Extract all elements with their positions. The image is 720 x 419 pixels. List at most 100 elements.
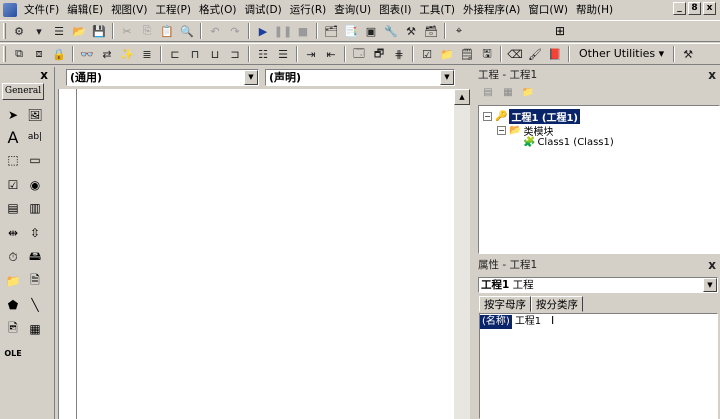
toolbar-grip[interactable] xyxy=(3,46,6,62)
menu-view[interactable]: 视图(V) xyxy=(107,0,151,20)
menu-query[interactable]: 查询(U) xyxy=(330,0,375,20)
checkbox-icon[interactable]: ☑ xyxy=(417,45,437,63)
cut-icon[interactable]: ✂ xyxy=(117,22,137,40)
menu-addins[interactable]: 外接程序(A) xyxy=(459,0,524,20)
tree-node-class-modules[interactable]: − 📂 类模块 xyxy=(497,123,553,138)
redo-icon[interactable]: ↷ xyxy=(225,22,245,40)
view-object-icon[interactable]: ▦ xyxy=(499,85,517,101)
save-icon[interactable]: 💾 xyxy=(89,22,109,40)
checkbox-tool-icon[interactable]: ☑ xyxy=(3,175,23,195)
properties-close-icon[interactable]: x xyxy=(708,257,716,273)
outdent-icon[interactable]: ⇤ xyxy=(321,45,341,63)
optionbutton-icon[interactable]: ◉ xyxy=(25,175,45,195)
project-explorer-icon[interactable]: 🗂 xyxy=(321,22,341,40)
align-top-icon[interactable]: ⊓ xyxy=(185,45,205,63)
collapse-icon[interactable]: − xyxy=(483,112,492,121)
end-icon[interactable]: ■ xyxy=(293,22,313,40)
timer-icon[interactable]: ⏱ xyxy=(3,247,23,267)
paint-icon[interactable]: 🖌 xyxy=(525,45,545,63)
property-value[interactable]: 工程1 xyxy=(512,315,544,329)
toolbox-close-icon[interactable]: x xyxy=(40,68,48,82)
toolbox-tab-general[interactable]: General xyxy=(2,83,44,100)
object-browser-icon[interactable]: 🔧 xyxy=(381,22,401,40)
find-binoculars-icon[interactable]: 👓 xyxy=(77,45,97,63)
menu-tools[interactable]: 工具(T) xyxy=(415,0,459,20)
bring-to-front-icon[interactable]: ⧉ xyxy=(9,45,29,63)
add-project-icon[interactable]: ⚙ xyxy=(9,22,29,40)
hammer-icon[interactable]: ⚒ xyxy=(678,45,698,63)
menu-file[interactable]: 文件(F) xyxy=(20,0,63,20)
folder-icon[interactable]: 📁 xyxy=(437,45,457,63)
eraser-icon[interactable]: ⌫ xyxy=(505,45,525,63)
tree-node-project[interactable]: − 🔑 工程1 (工程1) xyxy=(483,109,580,124)
paste-icon[interactable]: 📋 xyxy=(157,22,177,40)
book-icon[interactable]: 📕 xyxy=(545,45,565,63)
number-list-icon[interactable]: ☰ xyxy=(273,45,293,63)
object-combo[interactable]: (通用) ▼ xyxy=(66,69,259,86)
list-properties-icon[interactable]: ≣ xyxy=(137,45,157,63)
pointer-icon[interactable]: ➤ xyxy=(3,105,23,125)
open-icon[interactable]: 📂 xyxy=(69,22,89,40)
shape-icon[interactable]: ⬟ xyxy=(3,295,23,315)
add-module-icon[interactable]: ▾ xyxy=(29,22,49,40)
listbox-icon[interactable]: ▥ xyxy=(25,198,45,218)
dirlistbox-icon[interactable]: 📁 xyxy=(3,271,23,291)
collapse-icon[interactable]: − xyxy=(497,126,506,135)
grid-icon[interactable]: ⋕ xyxy=(389,45,409,63)
ole-icon[interactable]: OLE xyxy=(3,343,23,363)
chevron-down-icon[interactable]: ▼ xyxy=(244,70,258,85)
menu-editor-icon[interactable]: ☰ xyxy=(49,22,69,40)
vertical-scrollbar[interactable]: ▲ xyxy=(454,89,470,419)
restore-button[interactable]: 8 xyxy=(688,2,701,15)
align-bottom-icon[interactable]: ⊔ xyxy=(205,45,225,63)
properties-window-icon[interactable]: 📑 xyxy=(341,22,361,40)
indent-icon[interactable]: ⇥ xyxy=(301,45,321,63)
save-all-icon[interactable]: 🖫 xyxy=(477,45,497,63)
break-icon[interactable]: ❚❚ xyxy=(273,22,293,40)
add-form-icon[interactable]: 🗔 xyxy=(349,45,369,63)
menu-help[interactable]: 帮助(H) xyxy=(572,0,617,20)
picturebox-icon[interactable]: 🖼 xyxy=(25,105,45,125)
view-code-icon[interactable]: ▤ xyxy=(479,85,497,101)
vscrollbar-icon[interactable]: ⇳ xyxy=(25,223,45,243)
start-icon[interactable]: ▶ xyxy=(253,22,273,40)
menu-edit[interactable]: 编辑(E) xyxy=(63,0,107,20)
menu-diagram[interactable]: 图表(I) xyxy=(375,0,415,20)
drivelistbox-icon[interactable]: 🖴 xyxy=(25,247,45,267)
hscrollbar-icon[interactable]: ⇹ xyxy=(3,223,23,243)
toolbox-icon[interactable]: ⚒ xyxy=(401,22,421,40)
menu-debug[interactable]: 调试(D) xyxy=(240,0,285,20)
commandbutton-icon[interactable]: ▭ xyxy=(25,150,45,170)
line-icon[interactable]: ╲ xyxy=(25,295,45,315)
wizard-icon[interactable]: ✨ xyxy=(117,45,137,63)
bullet-list-icon[interactable]: ☷ xyxy=(253,45,273,63)
replace-icon[interactable]: ⇄ xyxy=(97,45,117,63)
code-editor[interactable] xyxy=(58,89,454,419)
copy-icon[interactable]: ⎘ xyxy=(137,22,157,40)
chevron-down-icon[interactable]: ▼ xyxy=(440,70,454,85)
toggle-folders-icon[interactable]: 📁 xyxy=(519,85,537,101)
form-layout-icon[interactable]: ▣ xyxy=(361,22,381,40)
combobox-icon[interactable]: ▤ xyxy=(3,198,23,218)
align-center-icon[interactable]: ⊐ xyxy=(225,45,245,63)
data-control-icon[interactable]: ▦ xyxy=(25,319,45,339)
label-icon[interactable]: A xyxy=(3,127,23,147)
undo-icon[interactable]: ↶ xyxy=(205,22,225,40)
textbox-icon[interactable]: ab| xyxy=(25,127,45,147)
menu-project[interactable]: 工程(P) xyxy=(151,0,195,20)
find-icon[interactable]: 🔍 xyxy=(177,22,197,40)
send-to-back-icon[interactable]: ⧈ xyxy=(29,45,49,63)
image-icon[interactable]: 🖻 xyxy=(3,319,23,339)
menu-run[interactable]: 运行(R) xyxy=(286,0,331,20)
data-view-icon[interactable]: 🗃 xyxy=(421,22,441,40)
properties-object-combo[interactable]: 工程1 工程 ▼ xyxy=(478,277,718,293)
form-icon[interactable]: 🗒 xyxy=(457,45,477,63)
toolbar-grip[interactable] xyxy=(3,23,6,39)
filelistbox-icon[interactable]: 🗎 xyxy=(25,271,45,291)
procedure-combo[interactable]: (声明) ▼ xyxy=(265,69,455,86)
property-row[interactable]: (名称) 工程1 xyxy=(480,315,544,329)
project-close-icon[interactable]: x xyxy=(708,67,716,83)
add-module-2-icon[interactable]: 🗗 xyxy=(369,45,389,63)
minimize-button[interactable]: _ xyxy=(673,2,686,15)
lock-controls-icon[interactable]: 🔒 xyxy=(49,45,69,63)
